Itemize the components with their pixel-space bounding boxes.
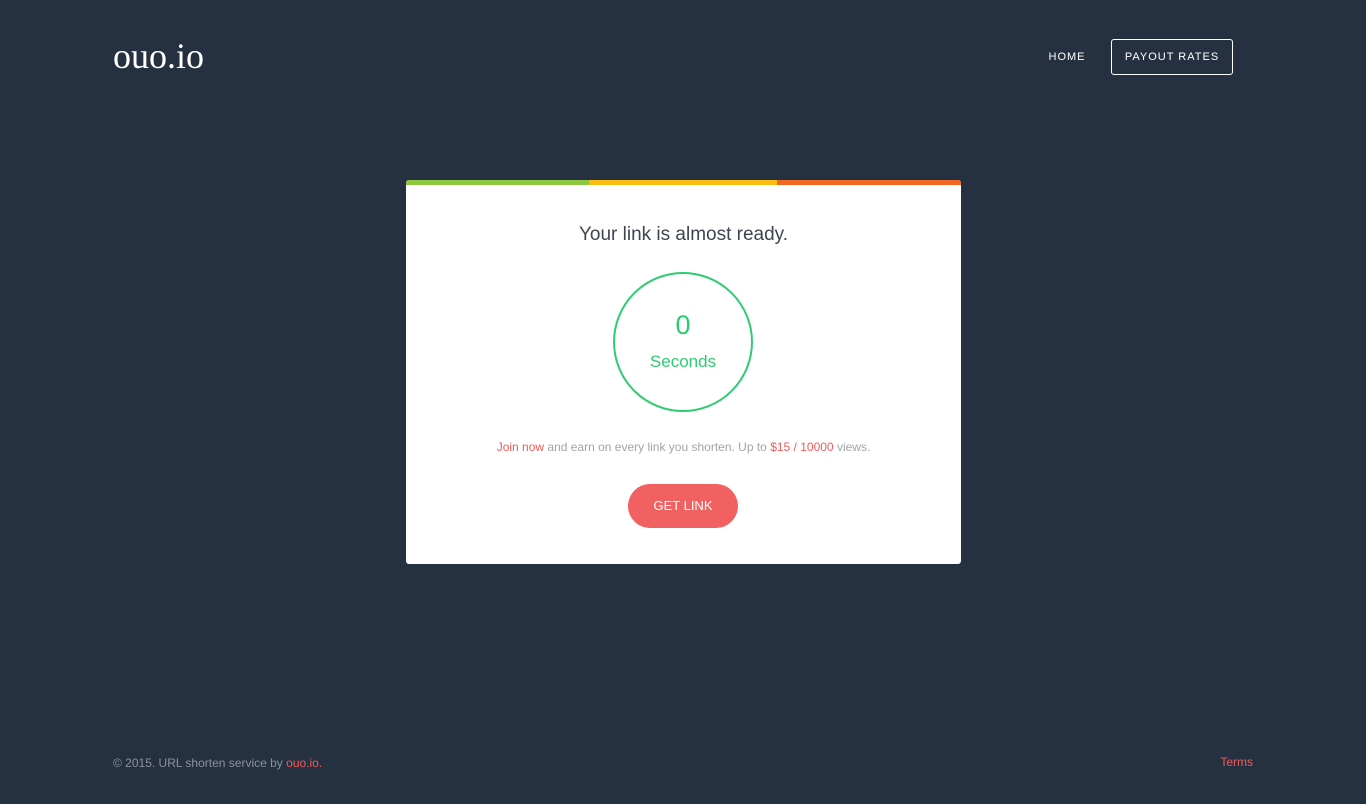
link-card: Your link is almost ready. 0 Seconds Joi… bbox=[406, 180, 961, 564]
footer-copyright: © 2015. URL shorten service by ouo.io. bbox=[113, 756, 322, 770]
terms-link[interactable]: Terms bbox=[1220, 755, 1253, 769]
footer-brand-link[interactable]: ouo.io. bbox=[286, 756, 322, 770]
nav-home-link[interactable]: HOME bbox=[1037, 39, 1097, 75]
copyright-text: © 2015. URL shorten service by bbox=[113, 756, 287, 770]
timer-unit: Seconds bbox=[649, 352, 717, 371]
join-now-link[interactable]: Join now bbox=[497, 440, 544, 454]
color-bar bbox=[406, 180, 961, 185]
color-bar-orange bbox=[777, 180, 961, 185]
payout-rate: $15 / 10000 bbox=[770, 440, 834, 454]
card-title: Your link is almost ready. bbox=[578, 224, 789, 245]
timer-value: 0 bbox=[675, 310, 691, 340]
logo[interactable]: ouo.io bbox=[113, 34, 204, 78]
color-bar-green bbox=[406, 180, 589, 185]
get-link-button[interactable]: GET LINK bbox=[628, 484, 738, 528]
color-bar-yellow bbox=[589, 180, 777, 185]
nav-payout-rates-button[interactable]: PAYOUT RATES bbox=[1111, 39, 1233, 75]
promo-middle: and earn on every link you shorten. Up t… bbox=[544, 440, 771, 454]
countdown-timer: 0 Seconds bbox=[613, 272, 753, 412]
promo-end: views. bbox=[833, 440, 871, 454]
promo-text: Join now and earn on every link you shor… bbox=[406, 440, 961, 454]
